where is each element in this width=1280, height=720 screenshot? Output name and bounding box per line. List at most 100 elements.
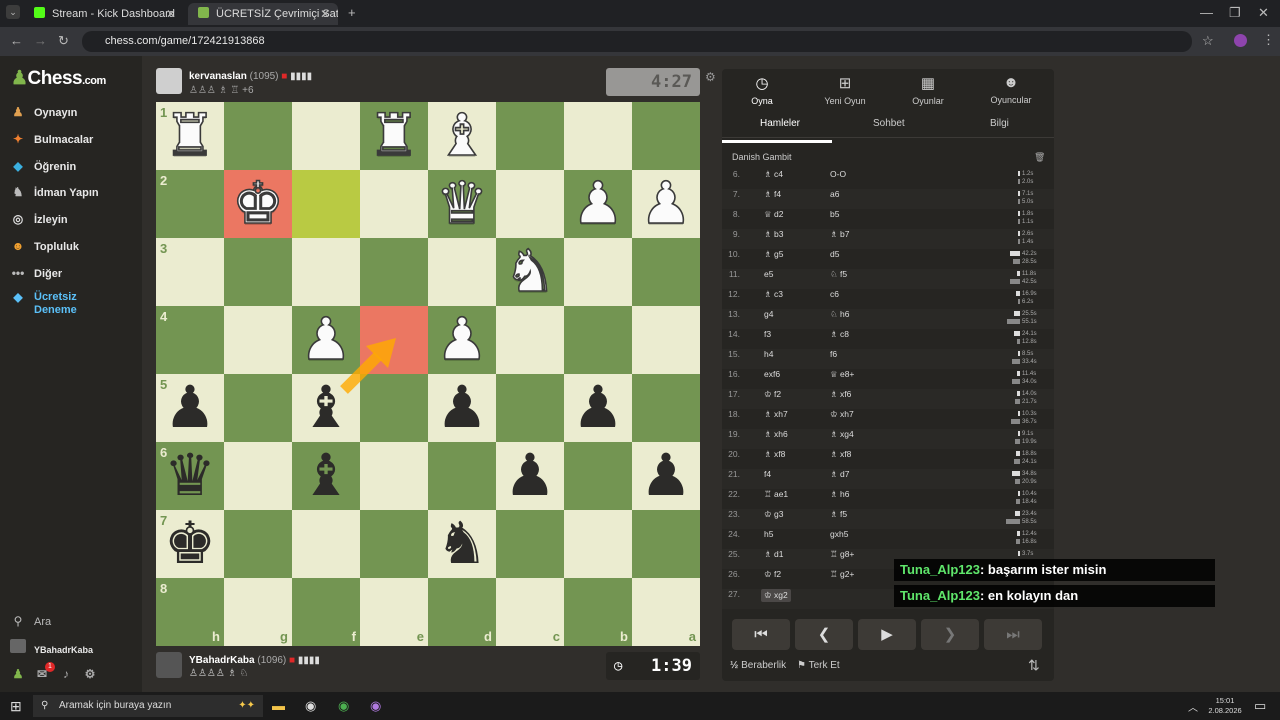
sidebar-item-watch[interactable]: ◎ İzleyin <box>10 212 68 226</box>
board-square[interactable] <box>224 442 292 510</box>
black-piece[interactable]: ♟ <box>428 374 496 442</box>
tab-moves[interactable]: Hamleler <box>760 118 800 129</box>
move-white[interactable]: f3 <box>764 329 771 339</box>
move-number[interactable]: 24. <box>722 529 740 539</box>
taskbar-search[interactable]: ⚲ Aramak için buraya yazın ✦✦ <box>33 695 263 717</box>
move-white[interactable]: ♗ d1 <box>764 549 783 560</box>
move-black[interactable]: ♔ xh7 <box>830 409 854 420</box>
move-number[interactable]: 11. <box>722 269 740 279</box>
move-black[interactable]: b5 <box>830 209 839 219</box>
board-square[interactable] <box>564 238 632 306</box>
move-number[interactable]: 13. <box>722 309 740 319</box>
board-square[interactable]: g <box>224 578 292 646</box>
move-white[interactable]: ♗ xh6 <box>764 429 788 440</box>
maximize-icon[interactable]: ❐ <box>1229 5 1241 21</box>
friends-icon[interactable]: ♟ <box>10 667 26 681</box>
board-square[interactable] <box>292 102 360 170</box>
sidebar-item-train[interactable]: ♞ İdman Yapın <box>10 185 99 199</box>
board-square[interactable] <box>632 510 700 578</box>
flip-board-icon[interactable]: ⇅ <box>1028 657 1040 674</box>
move-black[interactable]: ♗ f5 <box>830 509 847 520</box>
board-square[interactable] <box>564 102 632 170</box>
move-number[interactable]: 19. <box>722 429 740 439</box>
new-tab-icon[interactable]: + <box>348 5 356 20</box>
tab-chat[interactable]: Sohbet <box>873 118 905 129</box>
move-white[interactable]: ♗ b3 <box>764 229 783 240</box>
white-piece[interactable]: ♟ <box>292 305 360 374</box>
tab-chess[interactable]: ÜCRETSİZ Çevrimiçi Satranç Oy...✕ <box>188 3 338 25</box>
board-square[interactable] <box>292 510 360 578</box>
minimize-icon[interactable]: — <box>1200 5 1213 20</box>
move-black[interactable]: O-O <box>830 169 846 179</box>
board-square[interactable]: b <box>564 578 632 646</box>
board-square[interactable] <box>292 238 360 306</box>
move-number[interactable]: 20. <box>722 449 740 459</box>
board-square[interactable]: f <box>292 578 360 646</box>
white-piece[interactable]: ♛ <box>428 169 496 238</box>
move-white[interactable]: ♔ f2 <box>764 569 781 580</box>
move-white[interactable]: ♗ f4 <box>764 189 781 200</box>
move-number[interactable]: 18. <box>722 409 740 419</box>
white-piece[interactable]: ♟ <box>564 169 632 238</box>
sidebar-user[interactable]: YBahadrKaba <box>10 639 93 655</box>
move-white[interactable]: ♗ c3 <box>764 289 783 300</box>
move-black[interactable]: ♗ h6 <box>830 489 849 500</box>
black-piece[interactable]: ♟ <box>496 442 564 510</box>
move-number[interactable]: 17. <box>722 389 740 399</box>
move-black[interactable]: f6 <box>830 349 837 359</box>
board-square[interactable]: a <box>632 578 700 646</box>
black-piece[interactable]: ♝ <box>292 442 360 510</box>
clock-date[interactable]: 15:01 2.08.2026 <box>1205 696 1245 716</box>
move-white[interactable]: ♗ xh7 <box>764 409 788 420</box>
white-piece[interactable]: ♚ <box>224 169 292 238</box>
close-window-icon[interactable]: ✕ <box>1258 5 1269 21</box>
reload-icon[interactable]: ↻ <box>58 33 69 49</box>
move-white[interactable]: ♗ xf8 <box>764 449 785 460</box>
board-square[interactable] <box>632 238 700 306</box>
move-black[interactable]: ♘ f5 <box>830 269 847 280</box>
board-square[interactable] <box>224 102 292 170</box>
black-piece[interactable]: ♚ <box>156 510 224 578</box>
opponent-avatar[interactable] <box>156 68 182 94</box>
opening-name[interactable]: Danish Gambit <box>732 152 792 162</box>
close-tab-icon[interactable]: ✕ <box>320 3 330 25</box>
move-black[interactable]: ♗ c8 <box>830 329 849 340</box>
settings-icon[interactable]: ⚙ <box>82 667 98 681</box>
move-white[interactable]: ♕ d2 <box>764 209 783 220</box>
move-number[interactable]: 27. <box>722 589 740 599</box>
bookmark-icon[interactable]: ☆ <box>1202 33 1214 49</box>
board-square[interactable] <box>428 442 496 510</box>
move-number[interactable]: 26. <box>722 569 740 579</box>
black-piece[interactable]: ♟ <box>632 442 700 510</box>
move-number[interactable]: 14. <box>722 329 740 339</box>
move-black[interactable]: d5 <box>830 249 839 259</box>
profile-icon[interactable] <box>1234 34 1247 47</box>
sidebar-search[interactable]: ⚲ Ara <box>10 614 52 628</box>
app-icon[interactable]: ◉ <box>370 698 381 714</box>
move-number[interactable]: 25. <box>722 549 740 559</box>
back-icon[interactable]: ← <box>10 33 23 48</box>
board-square[interactable]: e <box>360 578 428 646</box>
white-piece[interactable]: ♞ <box>496 237 564 306</box>
sidebar-item-play[interactable]: ♟ Oynayın <box>10 105 78 119</box>
black-piece[interactable]: ♛ <box>156 442 224 510</box>
close-tab-icon[interactable]: ✕ <box>166 3 176 25</box>
sidebar-item-puzzles[interactable]: ✦ Bulmacalar <box>10 132 93 146</box>
tab-kick[interactable]: Stream - Kick Dashboard ✕ <box>24 3 184 25</box>
move-white[interactable]: g4 <box>764 309 773 319</box>
move-black[interactable]: ♖ g2+ <box>830 569 854 580</box>
tab-players[interactable]: ☻ Oyuncular <box>971 74 1051 105</box>
player-avatar[interactable] <box>156 652 182 678</box>
board-square[interactable] <box>224 238 292 306</box>
move-black[interactable]: c6 <box>830 289 839 299</box>
board-square[interactable] <box>428 238 496 306</box>
board-square[interactable] <box>224 510 292 578</box>
next-move-button[interactable]: ▶ <box>858 619 916 650</box>
move-black[interactable]: a6 <box>830 189 839 199</box>
board-square[interactable]: 3 <box>156 238 224 306</box>
sidebar-item-learn[interactable]: ◆ Öğrenin <box>10 159 76 173</box>
move-number[interactable]: 8. <box>722 209 740 219</box>
opponent-name[interactable]: kervanaslan <box>189 71 247 82</box>
black-piece[interactable]: ♟ <box>564 374 632 442</box>
move-white[interactable]: e5 <box>764 269 773 279</box>
